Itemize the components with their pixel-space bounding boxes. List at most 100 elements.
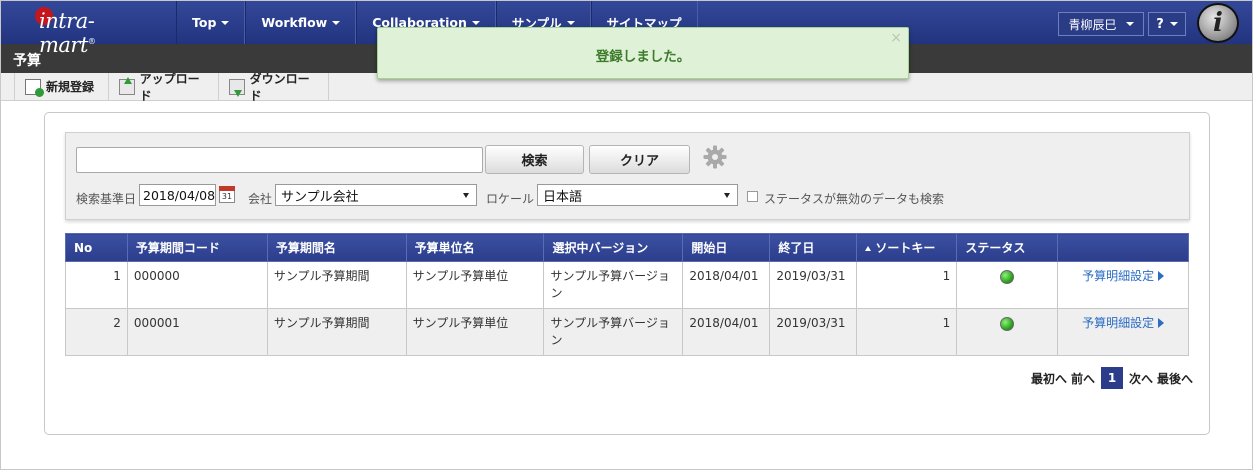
download-icon bbox=[229, 78, 245, 97]
cell-sort-key: 1 bbox=[856, 308, 958, 356]
page-title: 予算 bbox=[13, 53, 41, 69]
budget-detail-link[interactable]: 予算明細設定 bbox=[1082, 269, 1165, 283]
status-active-icon bbox=[1000, 317, 1015, 331]
cell-period-code: 000000 bbox=[126, 261, 268, 309]
upload-label: アップロード bbox=[139, 71, 200, 103]
table-header-row: No 予算期間コード 予算期間名 予算単位名 選択中バージョン 開始日 終了日 … bbox=[65, 233, 1189, 262]
locale-label: ロケール bbox=[486, 192, 535, 206]
help-menu-button[interactable]: ? bbox=[1148, 12, 1186, 36]
include-inactive-label: ステータスが無効のデータも検索 bbox=[764, 192, 945, 206]
sort-asc-icon bbox=[865, 246, 872, 251]
cell-sort-key: 1 bbox=[856, 261, 958, 309]
search-panel: 検索 クリア 検索基準日 2018/04/08 31 会社 サンプル会社 ロケー… bbox=[65, 132, 1190, 220]
i-logo-letter: i bbox=[1213, 8, 1223, 38]
download-button[interactable]: ダウンロード bbox=[218, 72, 329, 103]
col-unit-name[interactable]: 予算単位名 bbox=[405, 233, 545, 262]
table-row: 2 000001 サンプル予算期間 サンプル予算単位 サンプル予算バージョン 2… bbox=[65, 308, 1189, 356]
help-label: ? bbox=[1156, 16, 1164, 32]
cell-version: サンプル予算バージョン bbox=[543, 261, 684, 309]
chevron-down-icon bbox=[566, 20, 575, 25]
col-version[interactable]: 選択中バージョン bbox=[543, 233, 684, 262]
success-toast: 登録しました。 × bbox=[377, 27, 909, 79]
locale-select[interactable]: 日本語 bbox=[537, 184, 738, 206]
col-period-code[interactable]: 予算期間コード bbox=[126, 233, 268, 262]
search-button[interactable]: 検索 bbox=[485, 145, 584, 174]
pager-current[interactable]: 1 bbox=[1101, 367, 1124, 389]
col-action bbox=[1057, 233, 1189, 262]
col-start-date[interactable]: 開始日 bbox=[682, 233, 771, 262]
cell-status bbox=[956, 261, 1059, 309]
col-status[interactable]: ステータス bbox=[956, 233, 1059, 262]
pager-first[interactable]: 最初へ bbox=[1031, 370, 1067, 387]
company-selected-value: サンプル会社 bbox=[281, 189, 359, 205]
budget-detail-label: 予算明細設定 bbox=[1082, 316, 1155, 330]
arrow-right-icon bbox=[1158, 271, 1165, 281]
cell-action: 予算明細設定 bbox=[1057, 261, 1189, 309]
cell-version: サンプル予算バージョン bbox=[543, 308, 684, 356]
cell-action: 予算明細設定 bbox=[1057, 308, 1189, 356]
chevron-down-icon bbox=[221, 20, 230, 25]
menu-top[interactable]: Top bbox=[176, 1, 246, 44]
cell-end-date: 2019/03/31 bbox=[769, 261, 858, 309]
logo-text: intra-mart bbox=[39, 9, 95, 57]
pager-prev[interactable]: 前へ bbox=[1071, 370, 1095, 387]
budget-detail-link[interactable]: 予算明細設定 bbox=[1082, 316, 1165, 330]
gear-icon[interactable] bbox=[703, 145, 727, 169]
arrow-right-icon bbox=[1158, 318, 1165, 328]
cell-period-code: 000001 bbox=[126, 308, 268, 356]
col-period-name[interactable]: 予算期間名 bbox=[266, 233, 407, 262]
pager-next[interactable]: 次へ bbox=[1129, 370, 1153, 387]
menu-top-label: Top bbox=[192, 15, 217, 30]
new-register-label: 新規登録 bbox=[46, 80, 95, 94]
cell-start-date: 2018/04/01 bbox=[682, 308, 771, 356]
user-menu-button[interactable]: 青柳辰巳 bbox=[1058, 12, 1144, 36]
base-date-label: 検索基準日 bbox=[76, 192, 137, 206]
upload-button[interactable]: アップロード bbox=[108, 72, 218, 103]
base-date-input[interactable]: 2018/04/08 bbox=[139, 184, 216, 206]
chevron-down-icon bbox=[1125, 22, 1134, 26]
user-name: 青柳辰巳 bbox=[1068, 17, 1117, 32]
chevron-down-icon bbox=[332, 20, 341, 25]
pager: 最初へ 前へ 1 次へ 最後へ bbox=[1031, 367, 1193, 389]
calendar-icon[interactable]: 31 bbox=[219, 186, 235, 203]
company-label: 会社 bbox=[248, 192, 273, 206]
keyword-search-input[interactable] bbox=[76, 147, 483, 173]
locale-selected-value: 日本語 bbox=[543, 189, 583, 205]
upload-icon bbox=[119, 76, 135, 95]
pager-last[interactable]: 最後へ bbox=[1157, 370, 1193, 387]
col-no[interactable]: No bbox=[65, 233, 128, 262]
cell-end-date: 2019/03/31 bbox=[769, 308, 858, 356]
menu-workflow[interactable]: Workflow bbox=[245, 1, 357, 44]
cell-start-date: 2018/04/01 bbox=[682, 261, 771, 309]
toast-message: 登録しました。 bbox=[595, 49, 691, 65]
cell-no: 2 bbox=[65, 308, 128, 356]
cell-no: 1 bbox=[65, 261, 128, 309]
intra-mart-logo[interactable]: intra-mart® bbox=[35, 7, 149, 57]
close-icon[interactable]: × bbox=[890, 30, 902, 46]
i-logo-icon[interactable]: i bbox=[1197, 3, 1239, 43]
table-row: 1 000000 サンプル予算期間 サンプル予算単位 サンプル予算バージョン 2… bbox=[65, 261, 1189, 309]
download-label: ダウンロード bbox=[249, 71, 310, 103]
chevron-down-icon bbox=[471, 20, 480, 25]
cell-unit-name: サンプル予算単位 bbox=[405, 261, 545, 309]
dropdown-arrow-icon bbox=[724, 193, 730, 198]
cell-status bbox=[956, 308, 1059, 356]
content-panel: 検索 クリア 検索基準日 2018/04/08 31 会社 サンプル会社 ロケー… bbox=[44, 112, 1210, 435]
dropdown-arrow-icon bbox=[463, 193, 469, 198]
company-select[interactable]: サンプル会社 bbox=[275, 184, 477, 206]
new-document-icon bbox=[25, 78, 44, 97]
cell-unit-name: サンプル予算単位 bbox=[405, 308, 545, 356]
col-end-date[interactable]: 終了日 bbox=[769, 233, 858, 262]
status-active-icon bbox=[1000, 270, 1015, 284]
clear-button[interactable]: クリア bbox=[589, 145, 690, 174]
cell-period-name: サンプル予算期間 bbox=[266, 308, 407, 356]
budget-table: No 予算期間コード 予算期間名 予算単位名 選択中バージョン 開始日 終了日 … bbox=[65, 233, 1189, 356]
new-register-button[interactable]: 新規登録 bbox=[14, 73, 108, 100]
chevron-down-icon bbox=[1169, 22, 1178, 26]
budget-detail-label: 予算明細設定 bbox=[1082, 269, 1155, 283]
menu-workflow-label: Workflow bbox=[261, 15, 328, 30]
include-inactive-checkbox[interactable] bbox=[747, 191, 758, 202]
col-sort-key[interactable]: ソートキー bbox=[856, 233, 958, 262]
col-sort-key-label: ソートキー bbox=[875, 241, 936, 255]
cell-period-name: サンプル予算期間 bbox=[266, 261, 407, 309]
